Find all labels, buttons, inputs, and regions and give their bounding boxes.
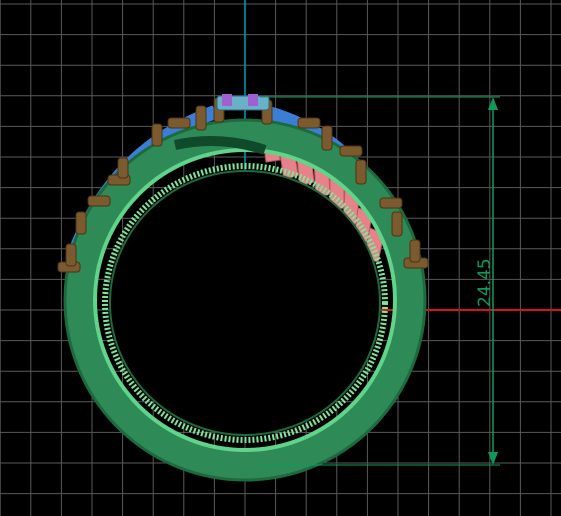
viewport-canvas: 24.45 (0, 0, 561, 516)
inner-hole (109, 170, 381, 436)
dimension-value: 24.45 (475, 258, 495, 307)
cad-viewport[interactable]: 24.45 (0, 0, 561, 516)
center-stone-prongs (222, 94, 232, 106)
center-stone-prong-2 (248, 94, 258, 106)
ring-model[interactable] (57, 94, 429, 482)
